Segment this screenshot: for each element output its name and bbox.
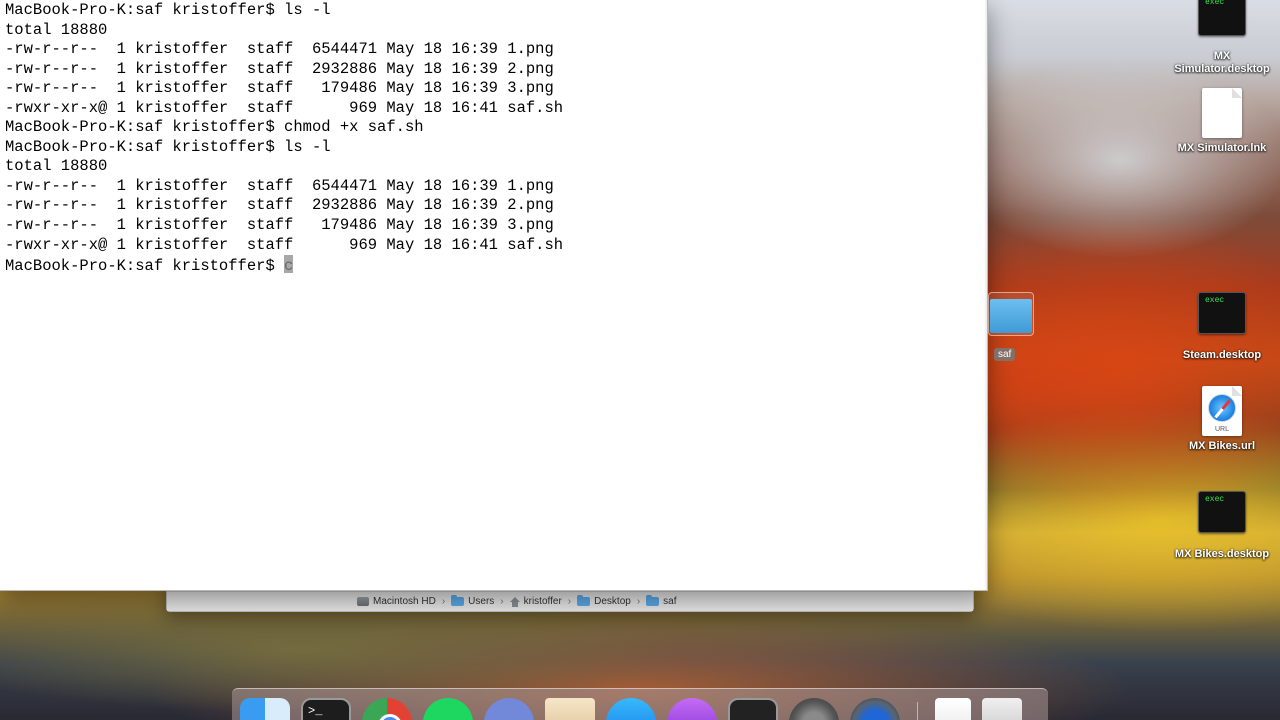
exec-file-icon: exec — [1198, 0, 1246, 36]
path-item-saf[interactable]: saf — [646, 595, 677, 607]
compass-icon — [1208, 394, 1236, 422]
desktop-item-steam-desktop[interactable]: exec Steam.desktop — [1167, 292, 1277, 362]
desktop-item-label: MX Simulator.lnk — [1177, 142, 1267, 154]
exec-file-icon: exec — [1198, 491, 1246, 533]
desktop-item-mx-bikes-url[interactable]: URL MX Bikes.url — [1167, 386, 1277, 453]
text-cursor — [284, 255, 294, 274]
spotify-icon[interactable] — [423, 698, 473, 720]
hard-disk-icon — [357, 597, 369, 606]
terminal-line: MacBook-Pro-K:saf kristoffer$ chmod +x s… — [5, 118, 424, 137]
desktop-item-mx-simulator-desktop[interactable]: exec MX Simulator.desktop — [1167, 0, 1277, 76]
desktop-folder-saf[interactable] — [988, 292, 1034, 336]
folder-icon — [646, 595, 660, 606]
path-item-macintosh-hd[interactable]: Macintosh HD — [357, 596, 436, 607]
system-preferences-icon[interactable] — [789, 698, 839, 720]
exec-file-icon: exec — [1198, 292, 1246, 334]
safari-url-icon: URL — [1202, 386, 1242, 436]
document-icon — [1202, 88, 1242, 138]
podcasts-icon[interactable] — [667, 698, 717, 720]
path-item-users[interactable]: Users — [451, 595, 494, 607]
terminal-output[interactable]: MacBook-Pro-K:saf kristoffer$ ls -l tota… — [5, 1, 563, 275]
path-separator-icon: › — [636, 596, 641, 607]
desktop-item-label: MX Simulator.desktop — [1174, 50, 1270, 75]
terminal-line: -rw-r--r-- 1 kristoffer staff 2932886 Ma… — [5, 59, 554, 78]
terminal-line: total 18880 — [5, 20, 108, 39]
folder-icon — [990, 299, 1032, 333]
terminal-line: -rwxr-xr-x@ 1 kristoffer staff 969 May 1… — [5, 235, 564, 254]
desktop-item-mx-bikes-desktop[interactable]: exec MX Bikes.desktop — [1167, 491, 1277, 561]
dock-separator — [917, 702, 918, 720]
desktop-item-label: MX Bikes.url — [1188, 440, 1256, 452]
path-separator-icon: › — [567, 596, 572, 607]
finder-path-bar: Macintosh HD › Users › kristoffer › Desk… — [167, 591, 973, 611]
desktop-folder-label: saf — [994, 348, 1016, 361]
terminal-line: total 18880 — [5, 157, 108, 176]
finder-icon[interactable] — [240, 698, 290, 720]
terminal-line: MacBook-Pro-K:saf kristoffer$ ls -l — [5, 1, 331, 19]
terminal-line: -rw-r--r-- 1 kristoffer staff 2932886 Ma… — [5, 196, 554, 215]
terminal-scrollbar[interactable] — [984, 0, 987, 590]
documents-icon[interactable] — [935, 698, 971, 720]
terminal-line: -rw-r--r-- 1 kristoffer staff 6544471 Ma… — [5, 40, 554, 59]
desktop-item-label: Steam.desktop — [1182, 349, 1262, 361]
preview-icon[interactable] — [545, 698, 595, 720]
terminal-line: -rw-r--r-- 1 kristoffer staff 6544471 Ma… — [5, 176, 554, 195]
terminal-window[interactable]: MacBook-Pro-K:saf kristoffer$ ls -l tota… — [0, 0, 988, 591]
terminal-line: -rwxr-xr-x@ 1 kristoffer staff 969 May 1… — [5, 98, 564, 117]
activity-monitor-icon[interactable] — [728, 698, 778, 720]
folder-icon — [451, 595, 465, 606]
quicktime-icon[interactable] — [850, 698, 900, 720]
chrome-icon[interactable] — [362, 698, 412, 720]
discord-icon[interactable] — [484, 698, 534, 720]
terminal-line: -rw-r--r-- 1 kristoffer staff 179486 May… — [5, 216, 554, 235]
path-item-desktop[interactable]: Desktop — [577, 595, 631, 607]
folder-icon — [577, 595, 591, 606]
terminal-line: MacBook-Pro-K:saf kristoffer$ ls -l — [5, 137, 331, 156]
desktop-item-label: MX Bikes.desktop — [1174, 548, 1270, 560]
terminal-prompt-text[interactable]: MacBook-Pro-K:saf kristoffer$ c — [5, 257, 293, 275]
path-separator-icon: › — [500, 596, 504, 607]
terminal-icon[interactable]: >_ — [301, 698, 351, 720]
path-separator-icon: › — [441, 596, 446, 607]
terminal-line: -rw-r--r-- 1 kristoffer staff 179486 May… — [5, 79, 554, 98]
app-store-icon[interactable] — [606, 698, 656, 720]
desktop-item-mx-simulator-lnk[interactable]: MX Simulator.lnk — [1167, 88, 1277, 155]
trash-icon[interactable] — [982, 698, 1022, 720]
terminal-prompt-line[interactable]: MacBook-Pro-K:saf kristoffer$ c — [5, 255, 563, 275]
dock: >_ — [232, 688, 1048, 720]
path-item-kristoffer[interactable]: kristoffer — [509, 596, 562, 607]
home-icon — [509, 596, 520, 607]
